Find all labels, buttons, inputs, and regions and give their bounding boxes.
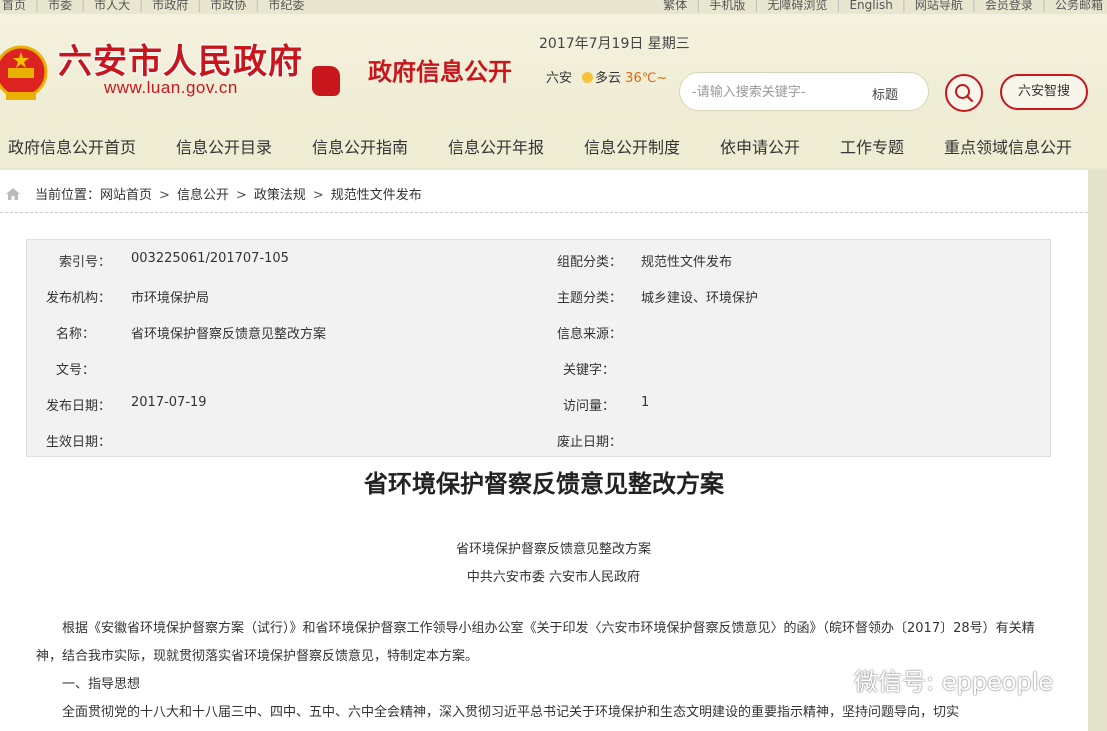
page-scrollbar[interactable] [1088,170,1107,731]
top-link-english[interactable]: English [849,0,892,11]
breadcrumb-item-info[interactable]: 信息公开 [177,188,229,203]
nav-item-guide[interactable]: 信息公开指南 [312,134,408,158]
meta-topic-label: 主题分类： [556,291,622,306]
top-link-discipline[interactable]: 市纪委 [268,0,304,11]
top-link-traditional[interactable]: 繁体 [663,0,687,11]
search-box: 标题 [679,72,929,111]
breadcrumb-label: 当前位置： [35,188,101,203]
divider: | [696,0,701,12]
top-link-npc[interactable]: 市人大 [94,0,130,11]
current-date: 2017年7月19日 星期三 [539,36,690,52]
top-link-login[interactable]: 会员登录 [985,0,1033,11]
top-utility-bar: 首页 | 市委 | 市人大 | 市政府 | 市政协 | 市纪委 繁体 | 手机版 | 无障碍浏览 | Engli… [0,0,1107,13]
search-button[interactable] [945,74,983,112]
document-subtitle: 省环境保护督察反馈意见整改方案 [455,542,651,557]
content-panel: 当前位置：网站首页 > 信息公开 > 政策法规 > 规范性文件发布 索引号： 0032250… [0,170,1088,731]
meta-category-value: 规范性文件发布 [641,255,733,270]
meta-topic-value: 城乡建设、环境保护 [641,291,759,306]
channel-title: 政府信息公开 [368,57,512,86]
weather-temperature: 36℃~ [625,71,668,86]
divider: | [81,0,86,12]
nav-item-annual-report[interactable]: 信息公开年报 [448,134,544,158]
site-logo-url: www.luan.gov.cn [104,78,238,97]
breadcrumb-separator: > [159,188,170,203]
calligraphy-seal-icon [312,66,340,96]
breadcrumb-divider [0,212,1088,213]
home-icon [6,188,20,200]
meta-publisher-label: 发布机构： [45,291,111,306]
search-input[interactable] [692,82,862,102]
smart-search-button[interactable]: 六安智搜 [1000,74,1088,110]
meta-index-value: 003225061/201707-105 [131,251,289,266]
top-link-cppcc[interactable]: 市政协 [210,0,246,11]
nav-item-catalog[interactable]: 信息公开目录 [176,134,272,158]
meta-index-label: 索引号： [58,255,111,270]
divider: | [754,0,759,12]
metadata-table: 索引号： 003225061/201707-105 组配分类： 规范性文件发布 … [26,239,1051,457]
top-link-government[interactable]: 市政府 [152,0,188,11]
top-link-party-committee[interactable]: 市委 [48,0,72,11]
nav-item-system[interactable]: 信息公开制度 [584,134,680,158]
weather-widget: 六安 多云 36℃~ [546,67,667,86]
weather-condition: 多云 [595,71,622,86]
breadcrumb-item-policy[interactable]: 政策法规 [254,188,306,203]
document-paragraph: 全面贯彻党的十八大和十八届三中、四中、五中、六中全会精神，深入贯彻习近平总书记关… [62,705,960,720]
site-logo-title[interactable]: 六安市人民政府 [58,34,303,83]
meta-name-label: 名称： [55,327,95,342]
breadcrumb-item-normative-docs[interactable]: 规范性文件发布 [331,188,422,203]
sun-cloud-icon [582,72,594,83]
meta-effective-label: 生效日期： [45,435,111,450]
top-link-accessibility[interactable]: 无障碍浏览 [767,0,827,11]
main-nav: 政府信息公开首页 信息公开目录 信息公开指南 信息公开年报 信息公开制度 依申请… [0,120,1107,168]
meta-publisher-value: 市环境保护局 [131,291,210,306]
top-link-sitemap[interactable]: 网站导航 [915,0,963,11]
wechat-watermark: 微信号: eppeople [800,662,1053,697]
meta-expire-label: 废止日期： [556,435,622,450]
divider: | [901,0,906,12]
wechat-icon [801,668,840,693]
meta-date-label: 发布日期： [45,399,111,414]
meta-docno-label: 文号： [55,363,95,378]
site-header: 六安市人民政府 www.luan.gov.cn 政府信息公开 2017年7月19… [0,14,1107,120]
divider: | [139,0,144,12]
top-link-mobile[interactable]: 手机版 [709,0,745,11]
nav-item-request[interactable]: 依申请公开 [720,134,800,158]
search-scope-select[interactable]: 标题 [872,84,898,103]
weather-city: 六安 [546,71,573,86]
divider: | [255,0,260,12]
meta-source-label: 信息来源： [556,327,622,342]
top-right-links: 繁体 | 手机版 | 无障碍浏览 | English | 网站导航 | 会员登录 | 公务邮箱 [663,0,1103,11]
document-title: 省环境保护督察反馈意见整改方案 [364,470,724,498]
top-link-home[interactable]: 首页 [2,0,26,11]
divider: | [35,0,40,12]
watermark-text: 微信号: eppeople [854,668,1054,696]
meta-keyword-label: 关键字： [562,363,615,378]
document-issuer: 中共六安市委 六安市人民政府 [466,570,641,585]
divider: | [971,0,976,12]
divider: | [1041,0,1046,12]
meta-category-label: 组配分类： [556,255,622,270]
top-link-mail[interactable]: 公务邮箱 [1055,0,1103,11]
breadcrumb: 当前位置：网站首页 > 信息公开 > 政策法规 > 规范性文件发布 [6,184,422,203]
breadcrumb-separator: > [312,188,324,203]
nav-item-topics[interactable]: 工作专题 [840,134,904,158]
nav-item-key-areas[interactable]: 重点领域信息公开 [944,134,1072,158]
national-emblem-icon [0,45,48,100]
divider: | [197,0,202,12]
meta-visits-label: 访问量： [562,399,615,414]
divider: | [836,0,841,12]
meta-date-value: 2017-07-19 [131,395,207,410]
top-left-links: 首页 | 市委 | 市人大 | 市政府 | 市政协 | 市纪委 [2,0,304,11]
search-icon [955,84,974,103]
breadcrumb-separator: > [235,188,247,203]
meta-name-value: 省环境保护督察反馈意见整改方案 [131,327,327,342]
breadcrumb-item-home[interactable]: 网站首页 [100,188,152,203]
nav-item-home[interactable]: 政府信息公开首页 [8,134,136,158]
meta-visits-value: 1 [641,395,650,410]
